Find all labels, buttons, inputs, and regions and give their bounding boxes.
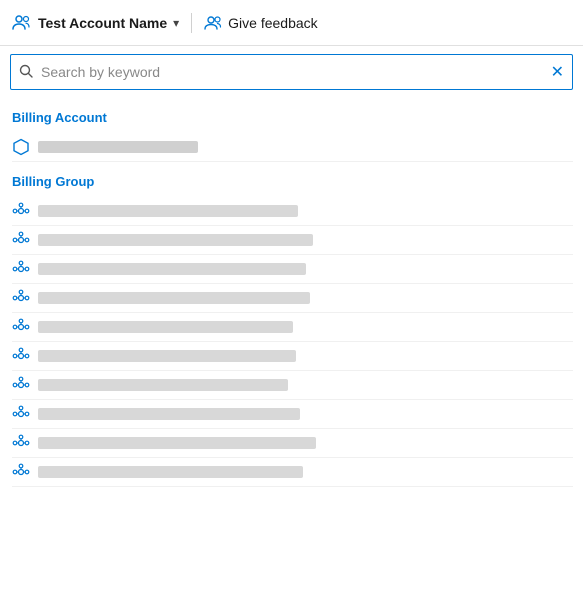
- network-icon: [12, 231, 30, 249]
- clear-icon[interactable]: ✕: [551, 62, 564, 82]
- network-icon: [12, 289, 30, 307]
- list-item[interactable]: [12, 429, 573, 458]
- skeleton-bar: [38, 321, 293, 333]
- skeleton-bar: [38, 263, 306, 275]
- skeleton-bar: [38, 141, 198, 153]
- search-icon: [19, 64, 33, 81]
- list-item[interactable]: [12, 313, 573, 342]
- search-input[interactable]: [41, 64, 551, 80]
- list-item[interactable]: [12, 284, 573, 313]
- list-item[interactable]: [12, 226, 573, 255]
- network-icon: [12, 347, 30, 365]
- skeleton-bar: [38, 292, 310, 304]
- chevron-down-icon[interactable]: ▾: [173, 16, 179, 30]
- billing-account-item[interactable]: [12, 133, 573, 162]
- skeleton-bar: [38, 350, 296, 362]
- skeleton-bar: [38, 466, 303, 478]
- skeleton-bar: [38, 437, 316, 449]
- list-item[interactable]: [12, 400, 573, 429]
- feedback-label: Give feedback: [228, 15, 318, 31]
- content-area[interactable]: Billing Account Billing Group: [0, 98, 583, 609]
- header-divider: [191, 13, 192, 33]
- skeleton-bar: [38, 205, 298, 217]
- list-item[interactable]: [12, 197, 573, 226]
- feedback-icon: [204, 14, 222, 32]
- network-icon: [12, 318, 30, 336]
- skeleton-bar: [38, 379, 288, 391]
- network-icon: [12, 434, 30, 452]
- skeleton-bar: [38, 408, 300, 420]
- account-name: Test Account Name: [38, 15, 167, 31]
- list-item[interactable]: [12, 371, 573, 400]
- network-icon: [12, 260, 30, 278]
- list-item[interactable]: [12, 458, 573, 487]
- search-bar[interactable]: ✕: [10, 54, 573, 90]
- network-icon: [12, 405, 30, 423]
- account-section[interactable]: Test Account Name ▾: [12, 13, 179, 33]
- billing-account-section: Billing Account: [12, 110, 573, 162]
- list-item[interactable]: [12, 255, 573, 284]
- billing-group-section: Billing Group: [12, 174, 573, 487]
- header: Test Account Name ▾ Give feedback: [0, 0, 583, 46]
- account-icon: [12, 13, 32, 33]
- feedback-section[interactable]: Give feedback: [204, 14, 318, 32]
- billing-group-title: Billing Group: [12, 174, 573, 189]
- skeleton-bar: [38, 234, 313, 246]
- network-icon: [12, 202, 30, 220]
- list-item[interactable]: [12, 342, 573, 371]
- network-icon: [12, 376, 30, 394]
- billing-account-title: Billing Account: [12, 110, 573, 125]
- hexagon-icon: [12, 138, 30, 156]
- network-icon: [12, 463, 30, 481]
